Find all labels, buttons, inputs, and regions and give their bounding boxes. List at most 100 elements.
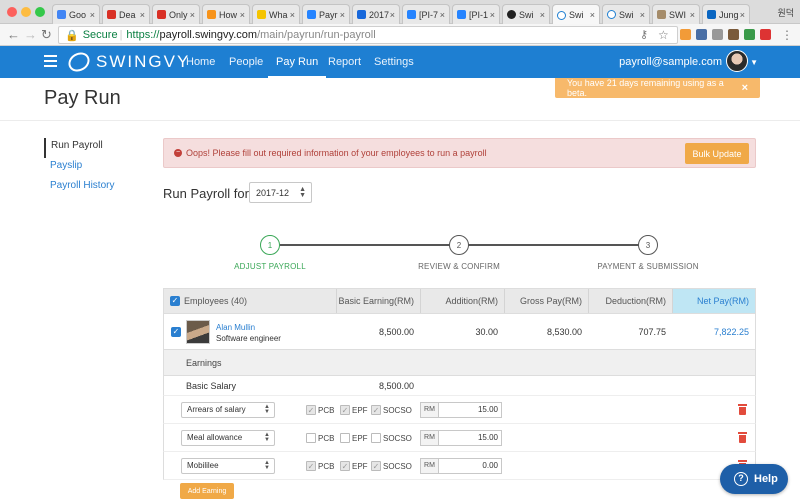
employee-name[interactable]: Alan Mullin [216, 323, 255, 332]
step-2-circle: 2 [449, 235, 469, 255]
unchecked-box [306, 433, 316, 443]
header-net-pay: Net Pay(RM) [672, 289, 755, 313]
close-tab-icon[interactable]: × [140, 10, 145, 20]
basic-salary-label: Basic Salary [186, 381, 237, 391]
close-tab-icon[interactable]: × [440, 10, 445, 20]
checked-disabled-box: ✓ [371, 461, 381, 471]
browser-tab[interactable]: 2017 × [352, 4, 400, 24]
extension-icon[interactable] [760, 29, 771, 40]
socso-checkbox[interactable]: SOCSO [371, 433, 412, 443]
url-input[interactable]: 🔒 Secure | https:// payroll.swingvy.com … [58, 26, 678, 44]
nav-report[interactable]: Report [328, 56, 361, 68]
nav-home[interactable]: Home [186, 56, 215, 68]
close-tab-icon[interactable]: × [640, 10, 645, 20]
browser-tab[interactable]: Jung × [702, 4, 750, 24]
epf-checkbox[interactable]: ✓ EPF [340, 405, 368, 415]
nav-pay-run[interactable]: Pay Run [267, 56, 327, 79]
epf-checkbox[interactable]: ✓ EPF [340, 461, 368, 471]
back-icon[interactable]: ← [7, 27, 20, 43]
browser-tab[interactable]: Dea × [102, 4, 150, 24]
chevron-down-icon[interactable]: ▼ [750, 58, 758, 67]
browser-tab-active[interactable]: Swi × [552, 4, 600, 25]
sidebar-item-payroll-history[interactable]: Payroll History [44, 178, 114, 198]
socso-checkbox[interactable]: ✓ SOCSO [371, 405, 412, 415]
earning-amount-input[interactable]: 0.00 [438, 458, 502, 474]
add-earning-button[interactable]: Add Earning [180, 483, 234, 499]
browser-tab[interactable]: Only × [152, 4, 200, 24]
epf-checkbox[interactable]: EPF [340, 433, 368, 443]
star-icon[interactable]: ☆ [658, 27, 669, 43]
close-tab-icon[interactable]: × [190, 10, 195, 20]
close-tab-icon[interactable]: × [690, 10, 695, 20]
bulk-update-button[interactable]: Bulk Update [685, 143, 749, 164]
user-email[interactable]: payroll@sample.com [619, 56, 722, 68]
close-window-icon[interactable] [7, 7, 17, 17]
earning-amount-input[interactable]: 15.00 [438, 402, 502, 418]
checked-disabled-box: ✓ [371, 405, 381, 415]
close-tab-icon[interactable]: × [540, 10, 545, 20]
key-icon[interactable]: ⚷ [640, 27, 648, 43]
sidebar-item-payslip[interactable]: Payslip [44, 158, 114, 178]
gmail-icon [107, 10, 116, 19]
browser-tab[interactable]: [PI-7 × [402, 4, 450, 24]
nav-settings[interactable]: Settings [374, 56, 414, 68]
browser-tab[interactable]: How × [202, 4, 250, 24]
pcb-checkbox[interactable]: PCB [306, 433, 334, 443]
browser-tab[interactable]: Swi × [602, 4, 650, 24]
trash-icon[interactable] [738, 404, 747, 415]
browser-tab[interactable]: Wha × [252, 4, 300, 24]
close-tab-icon[interactable]: × [740, 10, 745, 20]
basic-salary-row: Basic Salary 8,500.00 [163, 376, 756, 396]
browser-tab[interactable]: SWI × [652, 4, 700, 24]
select-all-checkbox[interactable]: ✓ [170, 296, 180, 306]
help-button[interactable]: ? Help [720, 464, 788, 494]
close-tab-icon[interactable]: × [490, 10, 495, 20]
payroll-period-value: 2017-12 [256, 187, 290, 198]
profile-icon [657, 10, 666, 19]
extension-icon[interactable] [728, 29, 739, 40]
browser-tab[interactable]: [PI-1 × [452, 4, 500, 24]
swingvy-icon [557, 10, 566, 20]
earning-amount-input[interactable]: 15.00 [438, 430, 502, 446]
close-tab-icon[interactable]: × [240, 10, 245, 20]
close-tab-icon[interactable]: × [340, 10, 345, 20]
trash-icon[interactable] [738, 432, 747, 443]
menu-dots-icon[interactable]: ⋮ [781, 27, 793, 43]
earning-type-select[interactable]: Meal allowance ▲ ▼ [181, 430, 275, 446]
close-tab-icon[interactable]: × [90, 10, 95, 20]
extension-icon[interactable] [712, 29, 723, 40]
avatar[interactable] [726, 50, 748, 72]
sidebar-item-run-payroll[interactable]: Run Payroll [44, 138, 114, 158]
browser-tab[interactable]: Payr × [302, 4, 350, 24]
nav-people[interactable]: People [229, 56, 263, 68]
hamburger-menu-icon[interactable] [44, 55, 57, 67]
socso-checkbox[interactable]: ✓ SOCSO [371, 461, 412, 471]
extension-icon[interactable] [696, 29, 707, 40]
close-icon[interactable]: × [742, 82, 748, 94]
browser-tab[interactable]: Swi × [502, 4, 550, 24]
error-alert: − Oops! Please fill out required informa… [163, 138, 756, 168]
basic-salary-value: 8,500.00 [378, 381, 414, 391]
browser-address-bar: ← → ↻ 🔒 Secure | https:// payroll.swingv… [0, 24, 800, 46]
pcb-checkbox[interactable]: ✓ PCB [306, 405, 334, 415]
brand-name: SWINGVY [96, 52, 191, 71]
table-row[interactable]: ✓ Alan Mullin Software engineer 8,500.00… [163, 314, 756, 350]
minimize-window-icon[interactable] [21, 7, 31, 17]
reload-icon[interactable]: ↻ [41, 27, 52, 43]
earning-type-select[interactable]: Mobililee ▲ ▼ [181, 458, 275, 474]
close-tab-icon[interactable]: × [590, 10, 595, 20]
close-tab-icon[interactable]: × [290, 10, 295, 20]
payroll-period-select[interactable]: 2017-12 ▲ ▼ [249, 182, 312, 203]
app-navbar: SWINGVY Home People Pay Run Report Setti… [0, 46, 800, 79]
earning-type-select[interactable]: Arrears of salary ▲ ▼ [181, 402, 275, 418]
browser-profile-name[interactable]: 원덕 [777, 6, 794, 19]
employee-checkbox[interactable]: ✓ [171, 327, 181, 337]
close-tab-icon[interactable]: × [390, 10, 395, 20]
forward-icon[interactable]: → [24, 27, 37, 43]
extension-icon[interactable] [744, 29, 755, 40]
extension-icon[interactable] [680, 29, 691, 40]
pcb-checkbox[interactable]: ✓ PCB [306, 461, 334, 471]
browser-tab[interactable]: Goo × [52, 4, 100, 24]
maximize-window-icon[interactable] [35, 7, 45, 17]
swingvy-logo[interactable]: SWINGVY [64, 48, 191, 76]
